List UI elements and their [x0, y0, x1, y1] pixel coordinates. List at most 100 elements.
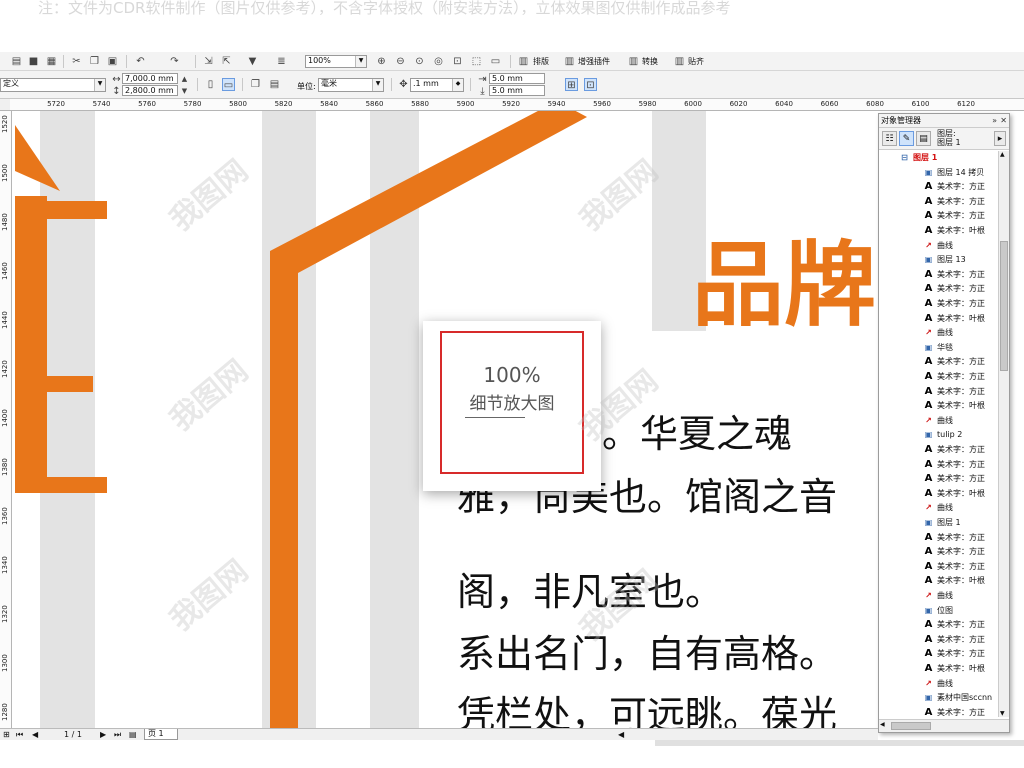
width-field[interactable]: 7,000.0 mm	[122, 73, 178, 84]
object-row[interactable]: A 美术字：方正	[923, 385, 985, 399]
nudge-field[interactable]: .1 mm ◆	[410, 78, 464, 92]
object-row[interactable]: ▣ 图层 1	[923, 516, 961, 530]
object-row[interactable]: A 美术字：方正	[923, 633, 985, 647]
last-page-icon[interactable]: ⏭	[114, 729, 121, 740]
object-row[interactable]: ↗ 曲线	[923, 501, 953, 515]
previous-page-icon[interactable]: ◀	[32, 729, 38, 740]
object-row[interactable]: A 美术字：方正	[923, 195, 985, 209]
object-row[interactable]: ↗ 曲线	[923, 414, 953, 428]
duplicate-x-field[interactable]: 5.0 mm	[489, 73, 545, 84]
cut-icon[interactable]: ✂	[70, 55, 83, 68]
object-row[interactable]: A 美术字：方正	[923, 209, 985, 223]
horizontal-ruler[interactable]: 5720 5740 5760 5780 5800 5820 5840 5860 5880 5900…	[10, 99, 1024, 111]
open-icon[interactable]: ▤	[10, 55, 23, 68]
redo-icon[interactable]: ↷	[168, 55, 181, 68]
align-button[interactable]: 贴齐	[688, 56, 704, 67]
zoom-width-icon[interactable]: ⬚	[470, 55, 483, 68]
duplicate-y-field[interactable]: 5.0 mm	[489, 85, 545, 96]
show-properties-icon[interactable]: ☷	[882, 131, 897, 146]
add-page-icon[interactable]: ▤	[129, 729, 137, 740]
horizontal-scrollbar[interactable]: ◀	[879, 719, 1009, 732]
copy-icon[interactable]: ❐	[88, 55, 101, 68]
object-row[interactable]: A 美术字：叶根	[923, 224, 985, 238]
object-row[interactable]: ↗ 曲线	[923, 677, 953, 691]
arrange-button[interactable]: 排版	[533, 56, 549, 67]
enhance-plugin-button[interactable]: 增强插件	[578, 56, 610, 67]
object-row[interactable]: A 美术字：叶根	[923, 312, 985, 326]
zoom-height-icon[interactable]: ▭	[489, 55, 502, 68]
unit-select[interactable]: 毫米 ▼	[318, 78, 384, 92]
close-icon[interactable]: ✕	[1000, 114, 1007, 128]
object-row[interactable]: A 美术字：方正	[923, 282, 985, 296]
zoom-out-icon[interactable]: ⊖	[394, 55, 407, 68]
object-row[interactable]: A 美术字：方正	[923, 355, 985, 369]
object-row[interactable]: A 美术字：叶根	[923, 399, 985, 413]
object-row[interactable]: A 美术字：方正	[923, 647, 985, 661]
fill-icon[interactable]: ▼	[246, 55, 259, 68]
object-row[interactable]: A 美术字：叶根	[923, 487, 985, 501]
zoom-level-select[interactable]: 100% ▼	[305, 55, 367, 68]
object-row[interactable]: A 美术字：方正	[923, 545, 985, 559]
object-row[interactable]: ↗ 曲线	[923, 589, 953, 603]
first-page-icon[interactable]: ⏮	[16, 729, 23, 740]
object-row[interactable]: A 美术字：方正	[923, 180, 985, 194]
object-row[interactable]: ▣ 图层 14 拷贝	[923, 166, 985, 180]
undo-icon[interactable]: ↶	[134, 55, 147, 68]
scroll-thumb[interactable]	[891, 722, 931, 730]
page-tab[interactable]: 页 1	[144, 729, 178, 740]
object-row[interactable]: A 美术字：叶根	[923, 662, 985, 676]
object-row[interactable]: A 美术字：方正	[923, 706, 985, 717]
scroll-left-icon[interactable]: ◀	[880, 721, 885, 728]
paste-icon[interactable]: ▣	[106, 55, 119, 68]
spin-down-icon[interactable]: ▼	[178, 85, 191, 98]
object-row[interactable]: A 美术字：方正	[923, 531, 985, 545]
vertical-scrollbar[interactable]: ▲ ▼	[998, 151, 1009, 717]
drawing-canvas[interactable]: 品牌 道也。华夏之魂 雅，尚美也。馆阁之音 阁，非凡室也。 系出名门，自有高格。…	[12, 111, 878, 728]
object-row[interactable]: A 美术字：方正	[923, 560, 985, 574]
object-row[interactable]: A 美术字：方正	[923, 618, 985, 632]
snap-grid-icon[interactable]: ⊡	[584, 78, 597, 91]
ruler-origin[interactable]	[0, 99, 10, 111]
vertical-ruler[interactable]: 1520 1500 1480 1460 1440 1420 1400 1380 1360 1340…	[0, 111, 12, 728]
next-page-icon[interactable]: ▶	[100, 729, 106, 740]
convert-button[interactable]: 转换	[642, 56, 658, 67]
landscape-icon[interactable]: ▭	[222, 78, 235, 91]
object-row[interactable]: ▣ 图层 13	[923, 253, 966, 267]
collapse-icon[interactable]: »	[992, 114, 997, 128]
object-row[interactable]: A 美术字：方正	[923, 458, 985, 472]
all-pages-icon[interactable]: ❐	[249, 78, 262, 91]
scroll-left-icon[interactable]: ◀	[618, 729, 624, 740]
height-field[interactable]: 2,800.0 mm	[122, 85, 178, 96]
scroll-down-icon[interactable]: ▼	[1000, 710, 1005, 717]
object-row[interactable]: ▣ 华毯	[923, 341, 953, 355]
import-icon[interactable]: ⇲	[202, 55, 215, 68]
preset-select[interactable]: 定义 ▼	[0, 78, 106, 92]
object-row[interactable]: A 美术字：方正	[923, 472, 985, 486]
current-page-icon[interactable]: ▤	[268, 78, 281, 91]
object-row[interactable]: A 美术字：方正	[923, 443, 985, 457]
scroll-up-icon[interactable]: ▲	[1000, 151, 1005, 158]
portrait-icon[interactable]: ▯	[204, 78, 217, 91]
object-row[interactable]: A 美术字：方正	[923, 268, 985, 282]
layer-row[interactable]: ⊟ 图层 1	[899, 151, 937, 165]
zoom-page-icon[interactable]: ⊡	[451, 55, 464, 68]
object-row[interactable]: ▣ tulip 2	[923, 428, 963, 442]
zoom-selected-icon[interactable]: ⊙	[413, 55, 426, 68]
object-row[interactable]: ↗ 曲线	[923, 239, 953, 253]
export-icon[interactable]: ⇱	[220, 55, 233, 68]
object-row[interactable]: ▣ 素材中国sccnn	[923, 691, 992, 705]
page-settings-icon[interactable]: ⊞	[3, 729, 10, 740]
print-icon[interactable]: ▦	[45, 55, 58, 68]
object-row[interactable]: ▣ 位图	[923, 604, 953, 618]
save-icon[interactable]: ■	[27, 55, 40, 68]
object-row[interactable]: A 美术字：方正	[923, 297, 985, 311]
flyout-arrow-icon[interactable]: ▸	[994, 131, 1006, 146]
object-row[interactable]: ↗ 曲线	[923, 326, 953, 340]
object-row[interactable]: A 美术字：叶根	[923, 574, 985, 588]
layer-manager-icon[interactable]: ▤	[916, 131, 931, 146]
zoom-all-icon[interactable]: ◎	[432, 55, 445, 68]
scroll-thumb[interactable]	[1000, 241, 1008, 371]
snap-objects-icon[interactable]: ⊞	[565, 78, 578, 91]
object-row[interactable]: A 美术字：方正	[923, 370, 985, 384]
options-icon[interactable]: ≣	[275, 55, 288, 68]
